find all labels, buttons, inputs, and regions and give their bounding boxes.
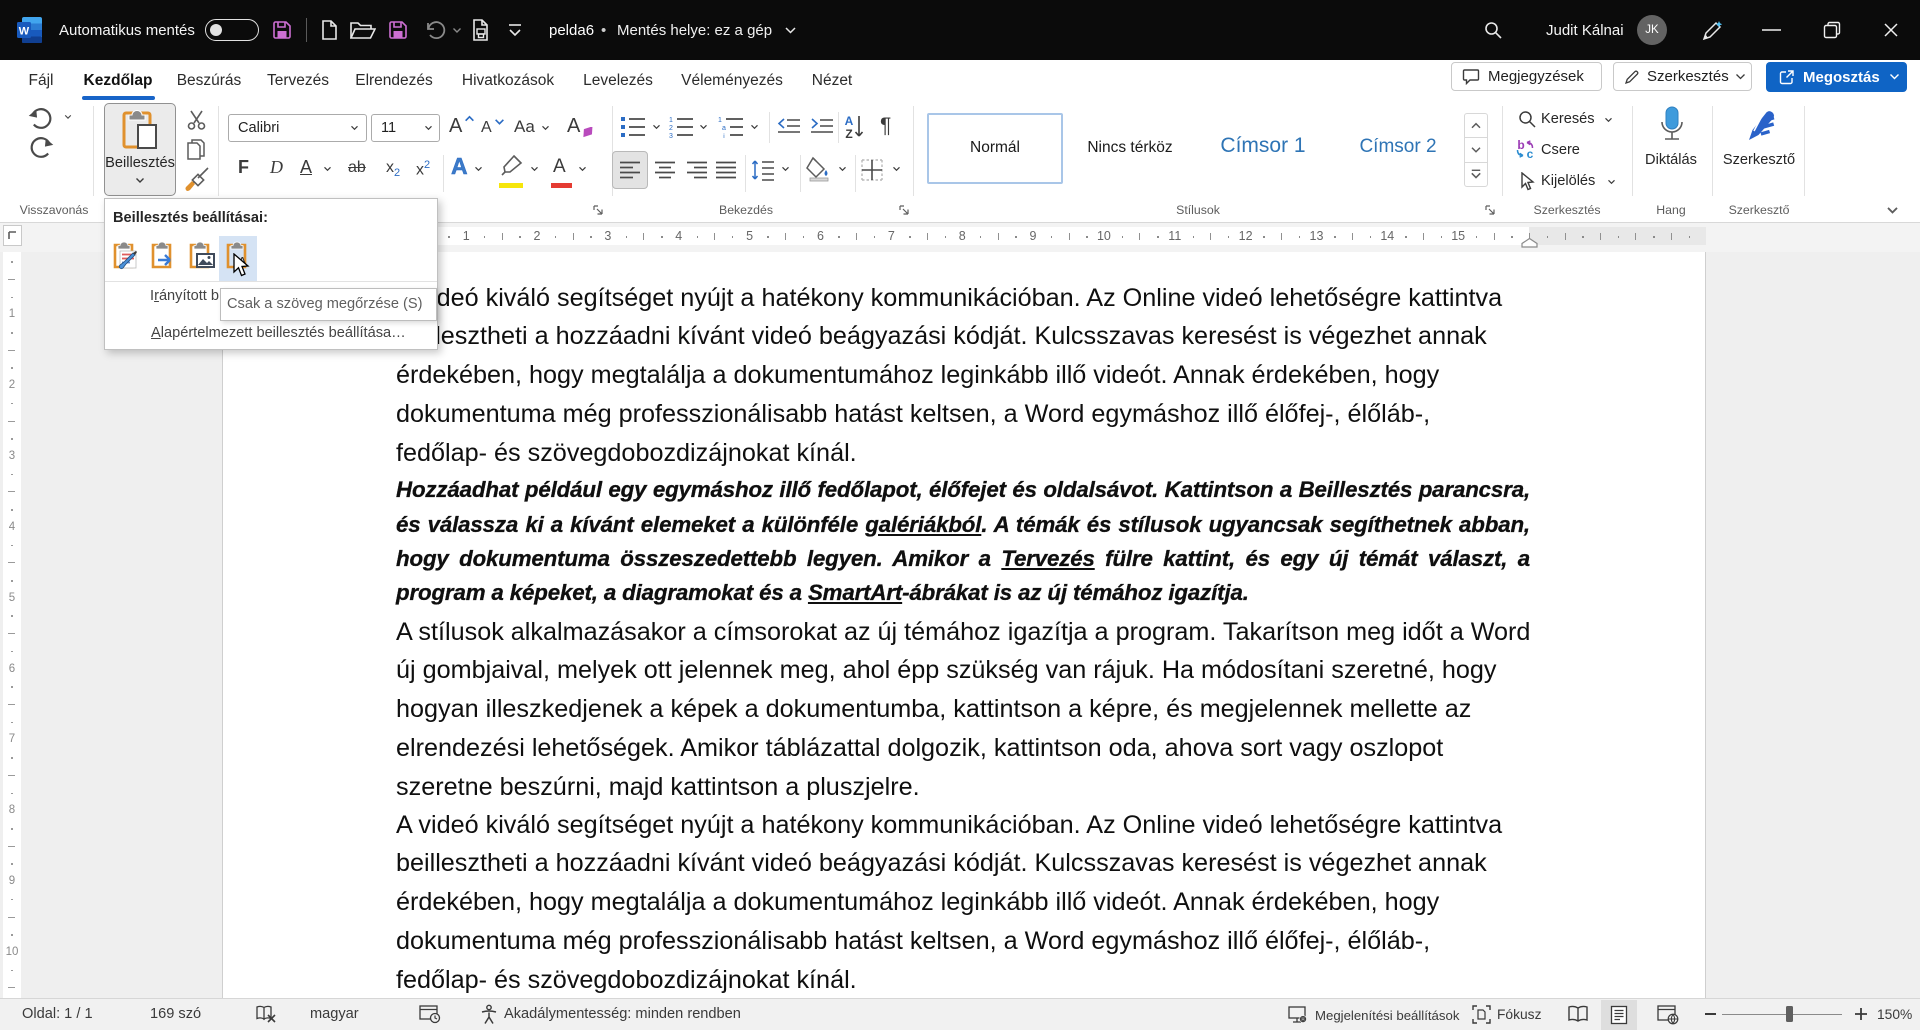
svg-text:c: c bbox=[1527, 147, 1534, 160]
svg-text:A: A bbox=[845, 114, 854, 128]
svg-text:a: a bbox=[722, 125, 726, 132]
svg-text:Z: Z bbox=[845, 127, 852, 140]
svg-text:b: b bbox=[1517, 139, 1524, 152]
svg-text:2: 2 bbox=[669, 125, 673, 132]
svg-text:1: 1 bbox=[718, 117, 722, 124]
svg-text:W: W bbox=[19, 26, 30, 38]
svg-text:3: 3 bbox=[669, 133, 673, 139]
svg-text:i: i bbox=[723, 133, 724, 139]
svg-text:1: 1 bbox=[669, 117, 673, 124]
